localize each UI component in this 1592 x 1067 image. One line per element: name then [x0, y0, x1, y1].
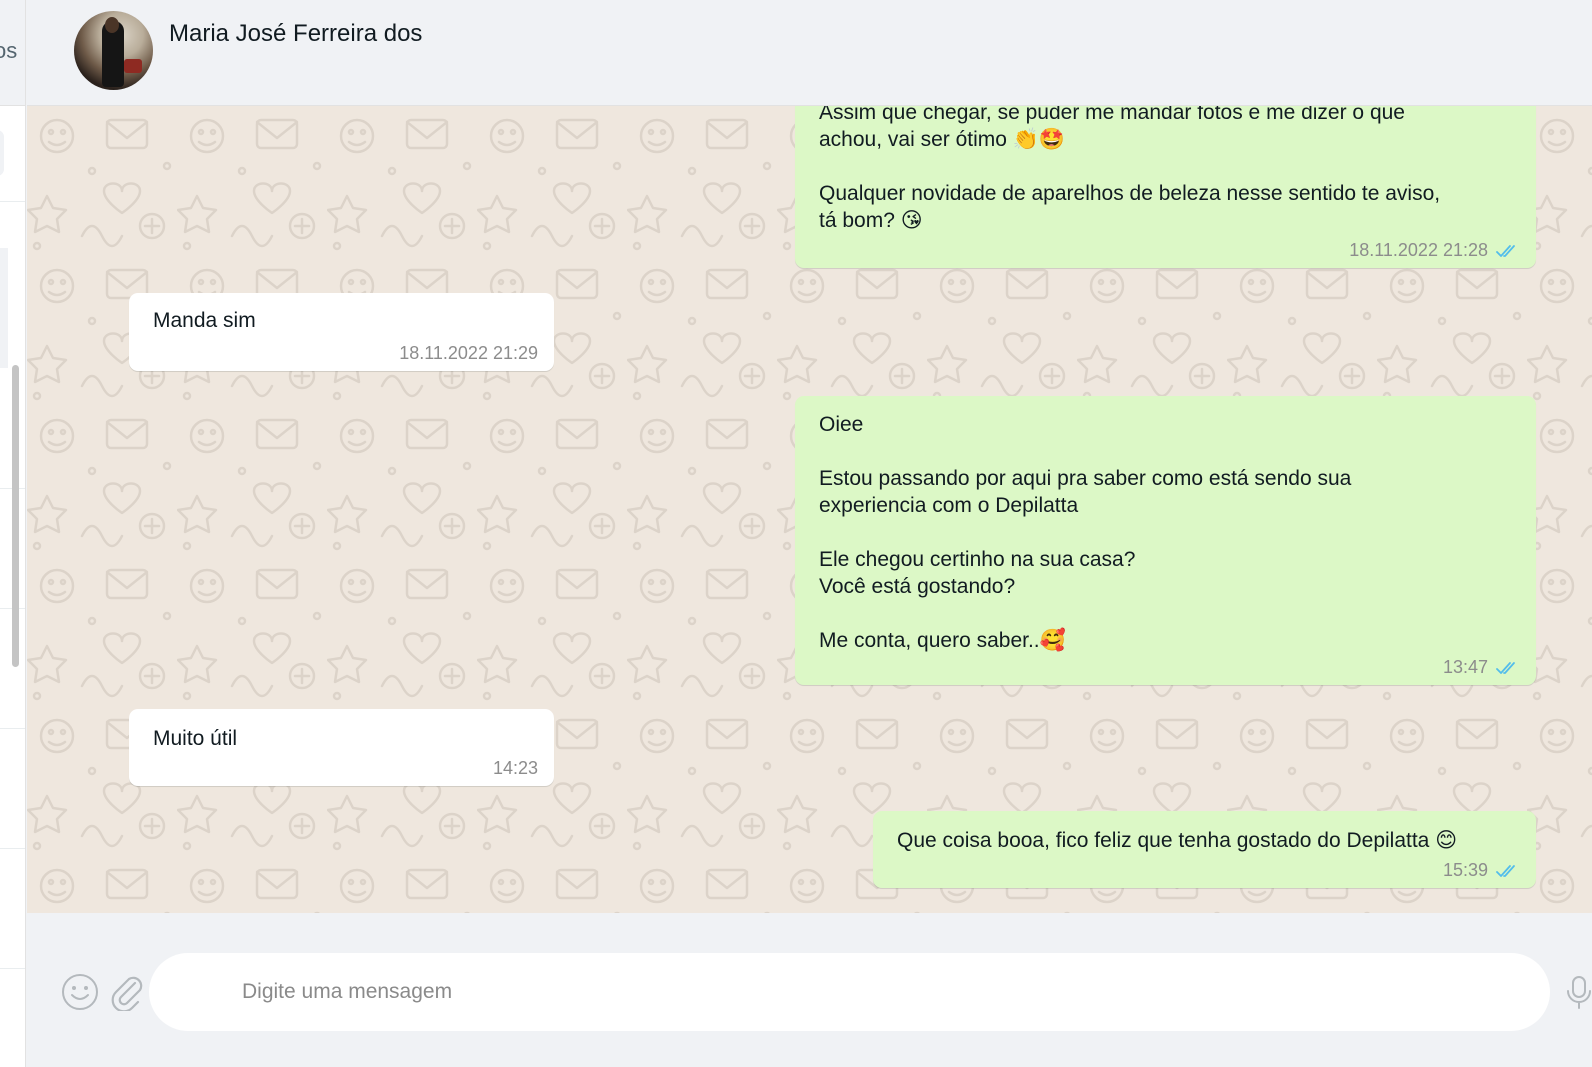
- message-meta: 14:23: [493, 755, 538, 782]
- avatar-photo-head: [105, 17, 119, 33]
- double-check-icon: [1496, 864, 1515, 877]
- message-meta: 18.11.2022 21:29: [399, 340, 538, 367]
- contact-name[interactable]: Maria José Ferreira dos: [169, 20, 422, 48]
- message-time: 13:47: [1442, 657, 1488, 677]
- message-text: Muito útil: [153, 727, 238, 750]
- sidebar-search-input[interactable]: [0, 130, 4, 176]
- message-time: 15:39: [1442, 860, 1488, 880]
- message-list[interactable]: Assim que chegar, se puder me mandar fot…: [27, 106, 1592, 913]
- microphone-button[interactable]: [1559, 972, 1592, 1012]
- message-text: Assim que chegar, se puder me mandar fot…: [819, 106, 1441, 232]
- incoming-message[interactable]: Manda sim 18.11.2022 21:29: [129, 293, 554, 371]
- message-meta: 18.11.2022 21:28: [1349, 237, 1520, 264]
- outgoing-message[interactable]: Oiee Estou passando por aqui pra saber c…: [795, 396, 1536, 685]
- double-check-icon: [1496, 244, 1515, 257]
- message-meta: 15:39: [1443, 857, 1520, 884]
- smiley-icon: [62, 974, 98, 1010]
- attach-button[interactable]: [107, 972, 147, 1012]
- message-text: Oiee Estou passando por aqui pra saber c…: [819, 413, 1352, 652]
- message-time: 14:23: [492, 758, 538, 778]
- sidebar-scrollbar[interactable]: [12, 365, 19, 667]
- message-text: Manda sim: [153, 309, 256, 332]
- contact-avatar[interactable]: [74, 11, 153, 90]
- chat-header[interactable]: Maria José Ferreira dos: [27, 0, 1592, 106]
- avatar-photo-detail: [124, 59, 142, 73]
- message-meta: 13:47: [1443, 654, 1520, 681]
- outgoing-message[interactable]: Assim que chegar, se puder me mandar fot…: [795, 106, 1536, 268]
- message-time: 18.11.2022 21:29: [399, 343, 538, 363]
- double-check-icon: [1496, 661, 1515, 674]
- chat-row-divider: [0, 728, 25, 729]
- message-composer: [27, 913, 1592, 1067]
- sidebar-header: os: [0, 0, 25, 106]
- chat-list-sidebar: os: [0, 0, 26, 1067]
- emoji-button[interactable]: [60, 972, 100, 1012]
- message-input[interactable]: [149, 953, 1550, 1031]
- outgoing-message[interactable]: Que coisa booa, fico feliz que tenha gos…: [873, 811, 1536, 888]
- message-time: 18.11.2022 21:28: [1349, 240, 1488, 260]
- chat-row-divider: [0, 848, 25, 849]
- message-text: Que coisa booa, fico feliz que tenha gos…: [897, 829, 1458, 852]
- paperclip-icon: [111, 976, 143, 1011]
- chat-row-divider: [0, 968, 25, 969]
- incoming-message[interactable]: Muito útil 14:23: [129, 709, 554, 786]
- sidebar-header-text: os: [0, 38, 18, 63]
- sidebar-active-chat-row[interactable]: [0, 248, 8, 368]
- microphone-icon: [1567, 976, 1591, 1009]
